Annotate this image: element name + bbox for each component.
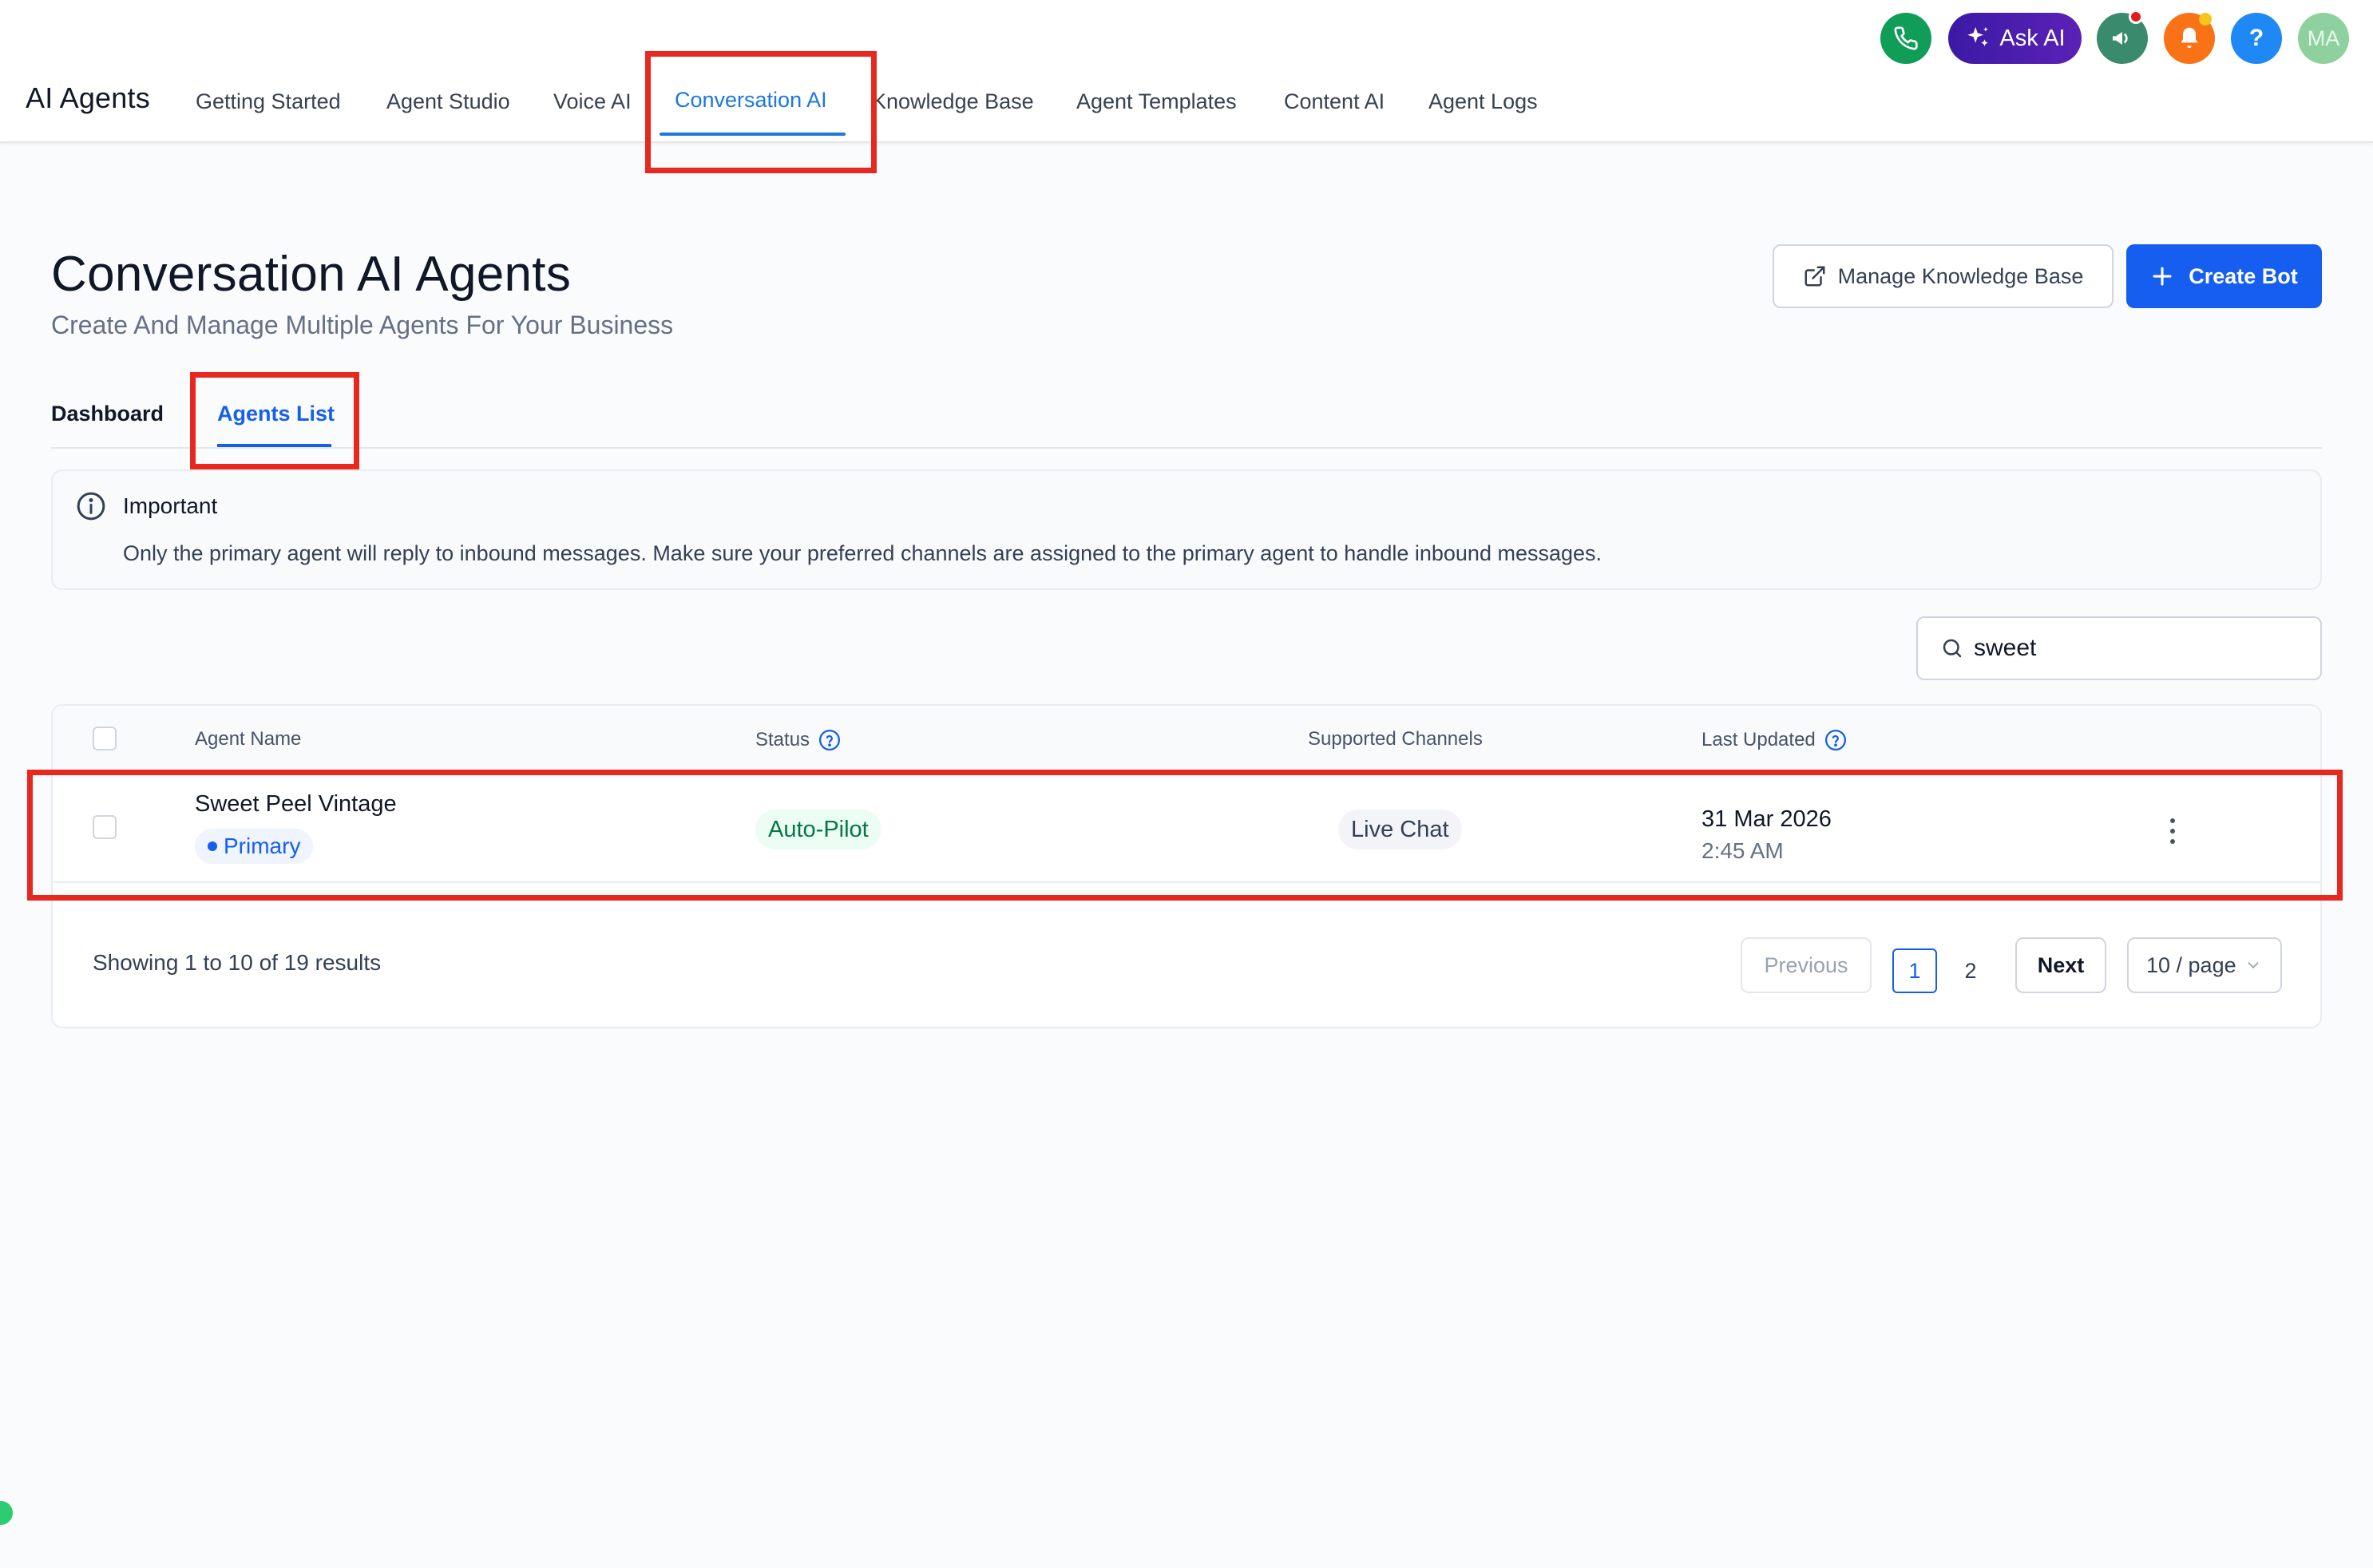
next-button[interactable]: Next — [2015, 937, 2106, 993]
sparkle-icon — [1967, 26, 1989, 46]
notice-title: Important — [123, 493, 218, 518]
help-button[interactable]: ? — [2231, 13, 2282, 64]
kebab-dot — [2170, 829, 2175, 833]
create-bot-button[interactable]: Create Bot — [2126, 244, 2322, 308]
row-actions-menu[interactable] — [2161, 815, 2185, 847]
tab-dashboard[interactable]: Dashboard — [51, 402, 164, 426]
table-row[interactable]: Sweet Peel Vintage Primary Auto-Pilot Li… — [53, 771, 2320, 883]
notifications-button[interactable] — [2164, 13, 2215, 64]
column-last-updated-label: Last Updated — [1702, 729, 1816, 750]
primary-dot — [208, 841, 217, 851]
top-navigation-bar: AI Agents Getting Started Agent Studio V… — [0, 0, 2373, 143]
search-input[interactable] — [1974, 635, 2293, 662]
page-1-button[interactable]: 1 — [1892, 948, 1937, 993]
nav-conversation-ai[interactable]: Conversation AI — [675, 88, 827, 113]
chevron-down-icon — [2248, 962, 2259, 969]
bell-icon — [2181, 27, 2198, 48]
primary-badge-label: Primary — [224, 833, 301, 858]
phone-button[interactable] — [1880, 13, 1931, 64]
page-title: Conversation AI Agents — [51, 247, 572, 302]
tab-active-underline — [217, 444, 331, 447]
last-updated-date: 31 Mar 2026 — [1702, 806, 1832, 832]
row-checkbox[interactable] — [93, 815, 117, 839]
important-notice: Important Only the primary agent will re… — [51, 469, 2322, 590]
announcements-button[interactable] — [2097, 10, 2148, 64]
channel-badge: Live Chat — [1338, 810, 1462, 849]
nav-agent-templates[interactable]: Agent Templates — [1076, 89, 1237, 114]
manage-knowledge-base-button[interactable]: Manage Knowledge Base — [1773, 244, 2114, 308]
column-supported-channels[interactable]: Supported Channels — [1308, 728, 1483, 750]
status-badge: Auto-Pilot — [755, 810, 881, 849]
manage-knowledge-base-label: Manage Knowledge Base — [1837, 263, 2084, 288]
create-bot-label: Create Bot — [2189, 263, 2298, 288]
nav-voice-ai[interactable]: Voice AI — [553, 89, 632, 114]
primary-badge: Primary — [195, 829, 314, 864]
nav-agent-studio[interactable]: Agent Studio — [386, 89, 510, 114]
agent-name[interactable]: Sweet Peel Vintage — [195, 791, 397, 818]
avatar[interactable]: MA — [2298, 13, 2349, 64]
select-all-checkbox[interactable] — [93, 727, 117, 750]
nav-active-underline — [660, 133, 846, 136]
app-title: AI Agents — [26, 81, 150, 114]
external-link-icon — [1805, 266, 1825, 287]
ask-ai-button[interactable]: Ask AI — [1948, 13, 2082, 64]
tab-agents-list[interactable]: Agents List — [217, 402, 335, 426]
nav-content-ai[interactable]: Content AI — [1284, 89, 1385, 114]
agents-table-card: Agent Name Status Supported Channels Las… — [51, 704, 2322, 1028]
notice-text: Only the primary agent will reply to inb… — [123, 541, 1602, 565]
column-status[interactable]: Status — [755, 728, 842, 752]
page-size-value: 10 / page — [2146, 952, 2236, 977]
megaphone-icon — [2113, 32, 2128, 45]
nav-knowledge-base[interactable]: Knowledge Base — [872, 89, 1034, 114]
page-size-select[interactable]: 10 / page — [2127, 937, 2282, 993]
search-box[interactable] — [1916, 616, 2322, 680]
column-last-updated[interactable]: Last Updated — [1702, 728, 1848, 752]
column-agent-name-label: Agent Name — [195, 728, 302, 750]
results-summary: Showing 1 to 10 of 19 results — [93, 950, 382, 975]
nav-agent-logs[interactable]: Agent Logs — [1428, 89, 1538, 114]
table-header: Agent Name Status Supported Channels Las… — [53, 706, 2320, 771]
column-supported-channels-label: Supported Channels — [1308, 728, 1483, 750]
notification-dot-yellow — [2199, 13, 2212, 26]
kebab-dot — [2170, 818, 2175, 823]
notification-dot — [2129, 10, 2143, 24]
ask-ai-label: Ask AI — [1999, 25, 2066, 51]
previous-button[interactable]: Previous — [1741, 937, 1872, 993]
plus-icon — [2153, 267, 2172, 286]
page-subtitle: Create And Manage Multiple Agents For Yo… — [51, 311, 674, 339]
column-status-label: Status — [755, 729, 810, 750]
help-circle-icon[interactable] — [1824, 728, 1848, 752]
avatar-initials: MA — [2307, 26, 2340, 50]
search-icon — [1943, 639, 1962, 658]
page-2-button[interactable]: 2 — [1948, 948, 1993, 993]
last-updated-time: 2:45 AM — [1702, 838, 1784, 863]
help-circle-icon[interactable] — [818, 728, 842, 752]
column-agent-name[interactable]: Agent Name — [195, 728, 301, 750]
help-icon: ? — [2248, 25, 2264, 51]
tabs-divider — [51, 447, 2322, 449]
status-indicator-dot — [0, 1501, 13, 1525]
phone-icon — [1894, 26, 1918, 50]
nav-getting-started[interactable]: Getting Started — [196, 89, 341, 114]
info-icon — [77, 492, 105, 521]
kebab-dot — [2170, 839, 2175, 844]
